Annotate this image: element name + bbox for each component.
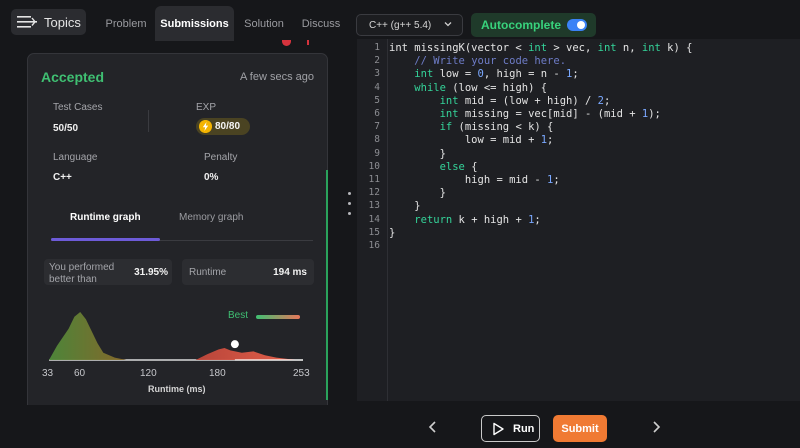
runtime-value: 194 ms xyxy=(273,267,307,278)
panel-resize-handle[interactable] xyxy=(348,192,352,218)
line-number: 10 xyxy=(368,160,380,172)
runtime-area-series xyxy=(195,348,303,360)
code-line: high = mid - 1; xyxy=(389,174,560,186)
x-tick-label: 120 xyxy=(140,368,157,379)
line-number: 1 xyxy=(374,42,380,53)
code-line: } xyxy=(389,187,446,200)
language-label: Language xyxy=(53,152,98,163)
panel-scrollbar[interactable] xyxy=(326,170,328,400)
toggle-knob xyxy=(577,21,585,29)
test-cases-value: 50/50 xyxy=(53,123,79,134)
tab-solution[interactable]: Solution xyxy=(236,6,292,41)
language-select[interactable]: C++ (g++ 5.4) xyxy=(356,14,463,36)
run-label: Run xyxy=(513,422,535,435)
tab-submissions[interactable]: Submissions xyxy=(155,6,234,41)
penalty-label: Penalty xyxy=(204,152,238,163)
line-number: 5 xyxy=(374,94,380,106)
submit-button[interactable]: Submit xyxy=(553,415,607,442)
language-select-value: C++ (g++ 5.4) xyxy=(369,19,432,31)
code-line: while (low <= high) { xyxy=(414,81,548,94)
x-tick-label: 180 xyxy=(209,368,226,379)
active-tab-underline xyxy=(51,238,160,241)
autocomplete-label: Autocomplete xyxy=(481,18,562,32)
code-line: } xyxy=(389,226,396,239)
code-editor[interactable]: 1 int missingK(vector < int > vec, int n,… xyxy=(357,39,800,401)
line-number: 13 xyxy=(368,200,380,212)
code-line: int missingK(vector < int > vec, int n, … xyxy=(389,42,693,54)
exp-value: 80/80 xyxy=(215,121,241,132)
code-line: // Write your code here. xyxy=(414,55,567,68)
menu-icon xyxy=(17,16,37,28)
runtime-card: Runtime 194 ms xyxy=(182,259,314,285)
exp-label: EXP xyxy=(196,102,217,113)
top-bar: Topics Problem Submissions Solution Disc… xyxy=(0,0,800,44)
tab-discuss[interactable]: Discuss xyxy=(295,6,347,41)
code-line: if (missing < k) { xyxy=(439,121,554,134)
submission-result-card: Accepted A few secs ago Test Cases 50/50… xyxy=(27,53,328,413)
chevron-right-icon[interactable] xyxy=(651,421,661,433)
code-line: } xyxy=(389,200,421,213)
x-tick-label: 253 xyxy=(293,368,310,379)
code-line: int low = 0, high = n - 1; xyxy=(414,68,579,81)
line-number: 9 xyxy=(374,147,380,159)
penalty-value: 0% xyxy=(204,172,219,183)
your-runtime-marker xyxy=(230,340,239,349)
line-number: 7 xyxy=(374,121,380,133)
runtime-label: Runtime xyxy=(189,267,227,278)
code-line: return k + high + 1; xyxy=(414,213,541,226)
tab-runtime-graph[interactable]: Runtime graph xyxy=(70,212,141,223)
status-accepted: Accepted xyxy=(41,69,105,85)
drag-dot xyxy=(348,202,351,205)
test-cases-label: Test Cases xyxy=(53,102,103,113)
performance-card: You performed better than 31.95% xyxy=(44,259,172,285)
play-icon xyxy=(493,422,504,435)
code-line: else { xyxy=(439,160,478,173)
line-number: 12 xyxy=(368,187,380,199)
line-number: 6 xyxy=(374,108,380,119)
submission-time: A few secs ago xyxy=(240,71,314,83)
topics-button[interactable]: Topics xyxy=(11,9,86,35)
code-line: int mid = (low + high) / 2; xyxy=(439,94,611,107)
line-number: 16 xyxy=(368,240,380,251)
line-number: 2 xyxy=(374,55,380,67)
topics-label: Topics xyxy=(44,14,81,30)
x-tick-label: 33 xyxy=(42,368,54,379)
line-number: 11 xyxy=(368,174,380,185)
line-number: 3 xyxy=(374,68,380,80)
line-number: 8 xyxy=(374,134,380,146)
autocomplete-toggle[interactable] xyxy=(567,19,587,31)
drag-dot xyxy=(348,192,351,195)
language-value: C++ xyxy=(53,172,72,183)
stats-divider xyxy=(148,110,149,132)
x-axis-title: Runtime (ms) xyxy=(148,384,206,394)
drag-dot xyxy=(348,212,351,215)
exp-badge: 80/80 xyxy=(196,118,250,135)
app-root: Topics Problem Submissions Solution Disc… xyxy=(0,0,800,448)
autocomplete-toggle-container: Autocomplete xyxy=(471,13,596,37)
code-line: int missing = vec[mid] - (mid + 1); xyxy=(439,108,661,120)
runtime-distribution-chart xyxy=(49,312,303,361)
notification-indicator xyxy=(282,40,291,46)
tab-memory-graph[interactable]: Memory graph xyxy=(179,212,243,223)
runtime-area-series xyxy=(49,312,127,360)
tab-problem[interactable]: Problem xyxy=(97,6,155,41)
performed-value: 31.95% xyxy=(134,267,168,278)
bottom-bar: Run Submit xyxy=(0,405,800,448)
notification-indicator-small xyxy=(307,40,309,45)
code-line: low = mid + 1; xyxy=(389,134,554,147)
chevron-down-icon xyxy=(444,22,452,27)
lightning-icon xyxy=(199,120,212,133)
line-number: 14 xyxy=(368,213,380,225)
line-number: 15 xyxy=(368,226,380,238)
chevron-left-icon[interactable] xyxy=(428,421,438,433)
code-line: } xyxy=(389,147,446,160)
performed-label: You performed better than xyxy=(49,262,115,285)
run-button[interactable]: Run xyxy=(481,415,540,442)
x-tick-label: 60 xyxy=(74,368,86,379)
line-number: 4 xyxy=(374,81,380,93)
